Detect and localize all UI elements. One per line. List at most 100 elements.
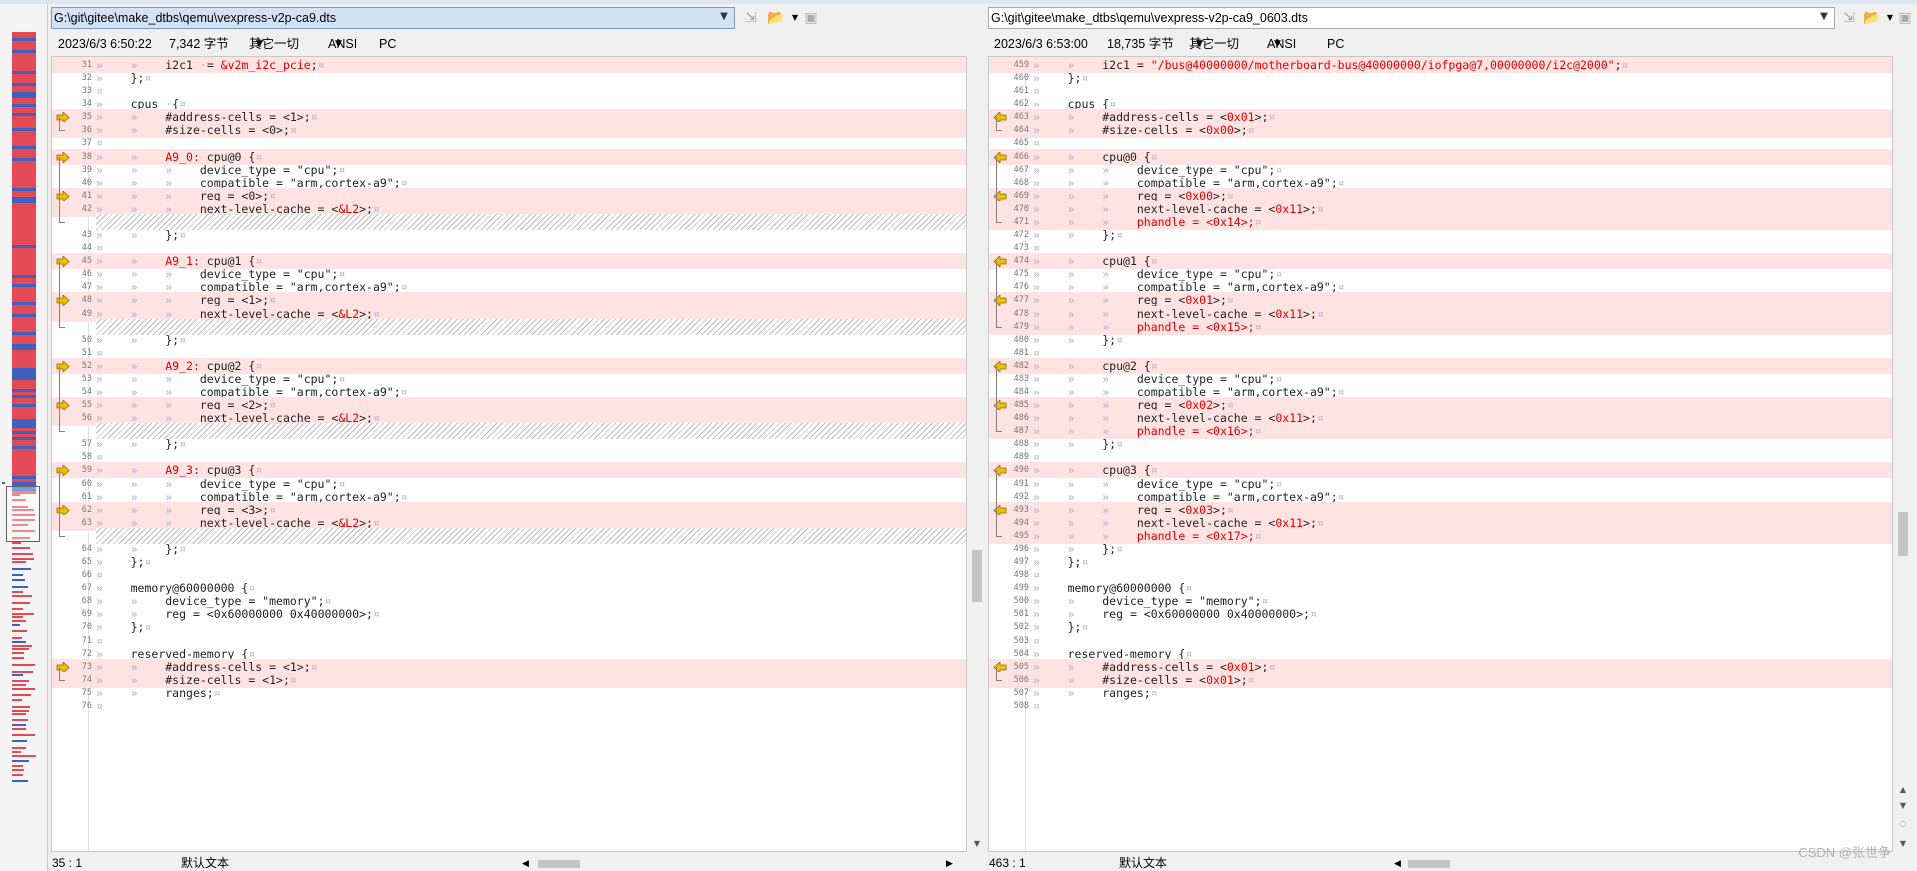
- diff-block-bracket-end: [59, 535, 65, 537]
- overview-diff-marker: [12, 774, 23, 776]
- overview-marker-tick: [2, 482, 5, 484]
- overview-diff-marker: [12, 591, 23, 593]
- overview-diff-marker: [12, 620, 26, 622]
- overview-diff-marker: [12, 579, 25, 581]
- left-encoding-caret-icon: ▼: [335, 39, 342, 49]
- overview-diff-marker: [12, 734, 35, 736]
- overview-diff-marker: [12, 568, 31, 570]
- code-text: ¤: [1033, 698, 1040, 713]
- left-eol-label: PC: [379, 37, 397, 51]
- right-cursor-position: 463 : 1: [989, 856, 1026, 870]
- overview-diff-marker: [12, 694, 31, 696]
- overview-diff-marker: [12, 602, 30, 604]
- left-path-input[interactable]: G:\git\gitee\make_dtbs\qemu\vexpress-v2p…: [51, 7, 735, 29]
- code-line[interactable]: 508 ¤: [1014, 698, 1892, 714]
- diff-block-bracket-end: [59, 221, 65, 223]
- right-path-input[interactable]: G:\git\gitee\make_dtbs\qemu\vexpress-v2p…: [988, 7, 1835, 29]
- overview-diff-marker: [12, 769, 24, 771]
- overview-diff-marker: [12, 613, 34, 615]
- overview-diff-marker: [12, 558, 34, 560]
- left-info-bar: 2023/6/3 6:50:22 7,342 字节 其它一切 ▼ ANSI ▼ PC: [49, 33, 985, 55]
- overview-diff-marker: [12, 657, 24, 659]
- diff-block-bracket-end: [996, 679, 1002, 681]
- left-hscroll-thumb[interactable]: [538, 860, 580, 868]
- right-status-bar: 463 : 1 默认文本 ◀: [986, 852, 1917, 871]
- overview-diff-marker: [12, 574, 23, 576]
- left-code-area[interactable]: 31» » i2c1 ·= &v2m_i2c_pcie;¤ 32» };¤ 33 ¤ 3…: [52, 57, 966, 851]
- right-text-editor[interactable]: 459» » i2c1 = "/bus@40000000/motherboard…: [988, 56, 1893, 852]
- left-text-editor[interactable]: 31» » i2c1 ·= &v2m_i2c_pcie;¤ 32» };¤ 33 ¤ 3…: [51, 56, 967, 852]
- overview-diff-marker: [12, 674, 23, 676]
- right-scroll-down-icon[interactable]: ▼: [1895, 800, 1911, 812]
- overview-diff-marker: [12, 755, 36, 757]
- right-path-bar: G:\git\gitee\make_dtbs\qemu\vexpress-v2p…: [986, 6, 1917, 30]
- overview-diff-marker: [12, 547, 30, 549]
- overview-diff-marker: [12, 616, 23, 618]
- right-hscroll-thumb[interactable]: [1408, 860, 1450, 868]
- right-vertical-scrollbar[interactable]: ▲ ▼ ◌ ▼: [1895, 56, 1911, 852]
- code-text: ¤: [96, 698, 103, 713]
- diff-block-bracket-end: [996, 326, 1002, 328]
- line-number: 76: [81, 700, 92, 711]
- left-save-icon[interactable]: ▣: [801, 8, 821, 28]
- overview-diff-marker: [12, 724, 26, 726]
- left-file-date: 2023/6/3 6:50:22: [58, 37, 152, 51]
- diff-overview-bar[interactable]: [0, 4, 48, 871]
- diff-block-bracket-end: [59, 130, 65, 132]
- right-file-size: 18,735 字节: [1107, 37, 1174, 51]
- left-hscroll-left-icon[interactable]: ◀: [522, 854, 529, 871]
- right-scroll-up-icon[interactable]: ▲: [1895, 784, 1911, 796]
- left-refresh-icon[interactable]: ⇲: [741, 8, 761, 28]
- right-file-date: 2023/6/3 6:53:00: [994, 37, 1088, 51]
- right-hscroll-left-icon[interactable]: ◀: [1394, 854, 1401, 871]
- left-path-dropdown-icon[interactable]: ▼: [715, 7, 733, 27]
- right-scroll-thumb[interactable]: [1898, 512, 1908, 556]
- right-scroll-center-icon[interactable]: ◌: [1895, 818, 1911, 830]
- overview-diff-marker: [12, 645, 32, 647]
- right-open-folder-icon[interactable]: 📂: [1862, 8, 1882, 28]
- left-path-bar: G:\git\gitee\make_dtbs\qemu\vexpress-v2p…: [49, 6, 985, 30]
- overview-diff-marker: [12, 637, 22, 639]
- overview-diff-marker: [12, 553, 33, 555]
- right-encoding-label: ANSI: [1267, 37, 1297, 51]
- left-scroll-down-icon[interactable]: ▼: [969, 838, 985, 850]
- overview-viewport-thumb[interactable]: [6, 486, 40, 542]
- right-code-area[interactable]: 459» » i2c1 = "/bus@40000000/motherboard…: [989, 57, 1892, 851]
- overview-diff-marker: [12, 710, 29, 712]
- overview-diff-marker: [12, 608, 23, 610]
- overview-diff-marker: [12, 780, 28, 782]
- diff-block-bracket-end: [59, 431, 65, 433]
- right-file-pane: G:\git\gitee\make_dtbs\qemu\vexpress-v2p…: [986, 4, 1917, 871]
- overview-diff-marker: [12, 751, 21, 753]
- overview-diff-marker: [12, 595, 32, 597]
- overview-diff-marker: [12, 680, 29, 682]
- csdn-watermark: CSDN @张世争: [1798, 845, 1891, 860]
- right-refresh-icon[interactable]: ⇲: [1839, 8, 1859, 28]
- overview-diff-marker: [12, 542, 21, 544]
- right-path-dropdown-icon[interactable]: ▼: [1815, 7, 1833, 27]
- code-line[interactable]: 76 ¤: [82, 698, 966, 714]
- overview-diff-marker: [12, 719, 28, 721]
- right-encoding-caret-icon: ▼: [1274, 39, 1281, 49]
- overview-diff-marker: [12, 648, 29, 650]
- right-info-bar: 2023/6/3 6:53:00 18,735 字节 其它一切 ▼ ANSI ▼ P…: [986, 33, 1917, 55]
- overview-diff-marker: [12, 624, 20, 626]
- right-scroll-end-icon[interactable]: ▼: [1895, 838, 1911, 850]
- left-scroll-thumb[interactable]: [972, 550, 982, 602]
- overview-diff-marker: [12, 641, 26, 643]
- right-save-icon[interactable]: ▣: [1895, 8, 1915, 28]
- overview-diff-marker: [12, 688, 35, 690]
- left-open-folder-icon[interactable]: 📂: [766, 8, 786, 28]
- left-status-bar: 35 : 1 默认文本 ◀ ▶: [49, 852, 985, 871]
- beyond-compare-text-diff-window: G:\git\gitee\make_dtbs\qemu\vexpress-v2p…: [0, 0, 1917, 871]
- right-text-mode: 默认文本: [1119, 856, 1168, 870]
- overview-diff-marker: [12, 728, 26, 730]
- left-vertical-scrollbar[interactable]: ▼: [969, 56, 985, 852]
- diff-block-bracket-end: [59, 679, 65, 681]
- overview-diff-marker: [12, 760, 29, 762]
- left-encoding-label: ANSI: [328, 37, 358, 51]
- diff-block-bracket-end: [59, 326, 65, 328]
- overview-diff-marker: [12, 699, 22, 701]
- overview-diff-marker: [12, 671, 33, 673]
- left-hscroll-right-icon[interactable]: ▶: [946, 854, 953, 871]
